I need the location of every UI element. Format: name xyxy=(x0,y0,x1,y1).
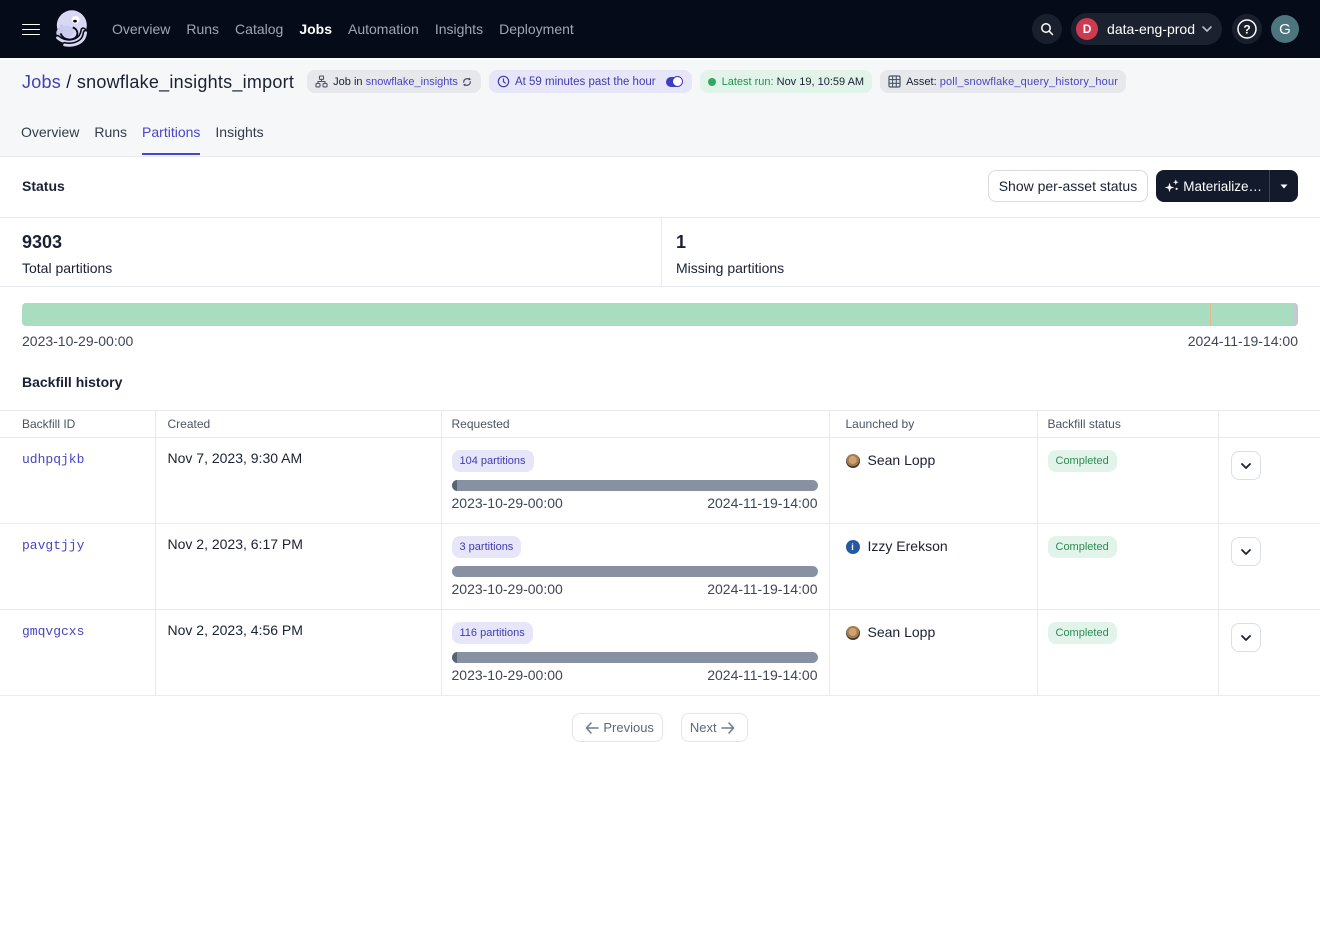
svg-text:?: ? xyxy=(1243,22,1250,36)
